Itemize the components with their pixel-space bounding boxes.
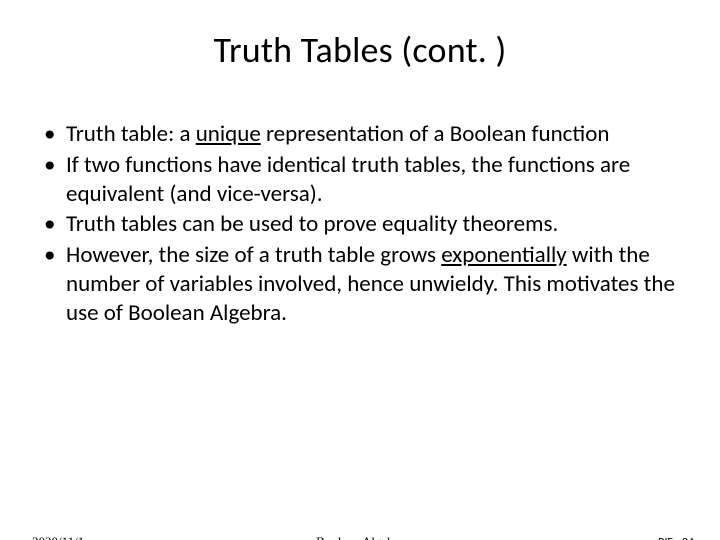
slide-footer: 2020/11/1 Boolean Algebra PJF - 24	[0, 530, 720, 540]
list-item: Truth table: a unique representation of …	[40, 120, 680, 149]
list-item: If two functions have identical truth ta…	[40, 151, 680, 209]
bullet-list: Truth table: a unique representation of …	[40, 120, 680, 327]
bullet-text-post: representation of a Boolean function	[261, 120, 610, 148]
slide: Truth Tables (cont. ) Truth table: a uni…	[0, 28, 720, 540]
bullet-text-pre: Truth table: a	[66, 120, 196, 148]
footer-page-number: PJF - 24	[658, 536, 694, 540]
list-item: However, the size of a truth table grows…	[40, 241, 680, 327]
bullet-text-pre: However, the size of a truth table grows	[66, 241, 441, 269]
slide-title: Truth Tables (cont. )	[0, 28, 720, 72]
bullet-text-pre: If two functions have identical truth ta…	[66, 151, 630, 208]
list-item: Truth tables can be used to prove equali…	[40, 210, 680, 239]
bullet-text-underlined: unique	[196, 120, 261, 148]
bullet-text-underlined: exponentially	[441, 241, 566, 269]
bullet-text-pre: Truth tables can be used to prove equali…	[66, 210, 558, 238]
footer-center: Boolean Algebra	[0, 534, 720, 540]
slide-body: Truth table: a unique representation of …	[40, 120, 680, 327]
